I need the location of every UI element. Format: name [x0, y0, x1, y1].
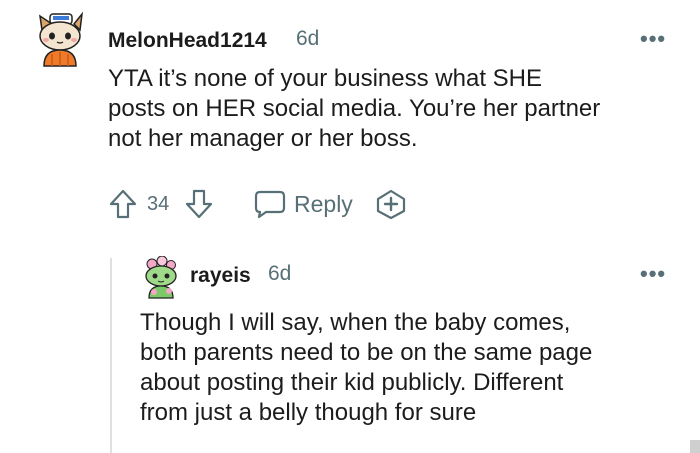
upvote-button[interactable]	[108, 188, 138, 220]
comment-body-line: about posting their kid publicly. Differ…	[140, 369, 564, 396]
comment-timestamp: 6d	[296, 27, 320, 50]
comment-body-line: not her manager or her boss.	[108, 125, 418, 152]
comment-body-line: both parents need to be on the same page	[140, 339, 593, 366]
comment-body: YTA it’s none of your business what SHE …	[108, 64, 600, 154]
award-button[interactable]	[374, 188, 408, 220]
scrollbar-thumb[interactable]	[690, 440, 700, 453]
comment-body: Though I will say, when the baby comes, …	[140, 308, 592, 428]
downvote-arrow-icon	[185, 189, 213, 219]
comment-body-line: from just a belly though for sure	[140, 399, 477, 426]
green-snoo-avatar-icon[interactable]	[140, 256, 180, 300]
more-options-button[interactable]: •••	[640, 261, 666, 287]
upvote-arrow-icon	[109, 189, 137, 219]
thread-line[interactable]	[110, 258, 112, 453]
comment-body-line: posts on HER social media. You’re her pa…	[108, 95, 601, 122]
chat-bubble-icon	[254, 190, 286, 219]
comment-author[interactable]: MelonHead1214	[108, 29, 267, 53]
reply-label: Reply	[294, 190, 353, 217]
cat-snoo-avatar-icon[interactable]	[30, 8, 88, 70]
comment-body-line: YTA it’s none of your business what SHE	[108, 65, 543, 92]
comment-body-line: Though I will say, when the baby comes,	[140, 309, 571, 336]
comment-author[interactable]: rayeis	[190, 264, 251, 288]
downvote-button[interactable]	[184, 188, 214, 220]
award-plus-icon	[376, 189, 406, 220]
comment-timestamp: 6d	[268, 262, 292, 285]
vote-count: 34	[147, 193, 170, 215]
reply-button[interactable]: Reply	[254, 188, 353, 220]
more-options-button[interactable]: •••	[640, 26, 666, 52]
